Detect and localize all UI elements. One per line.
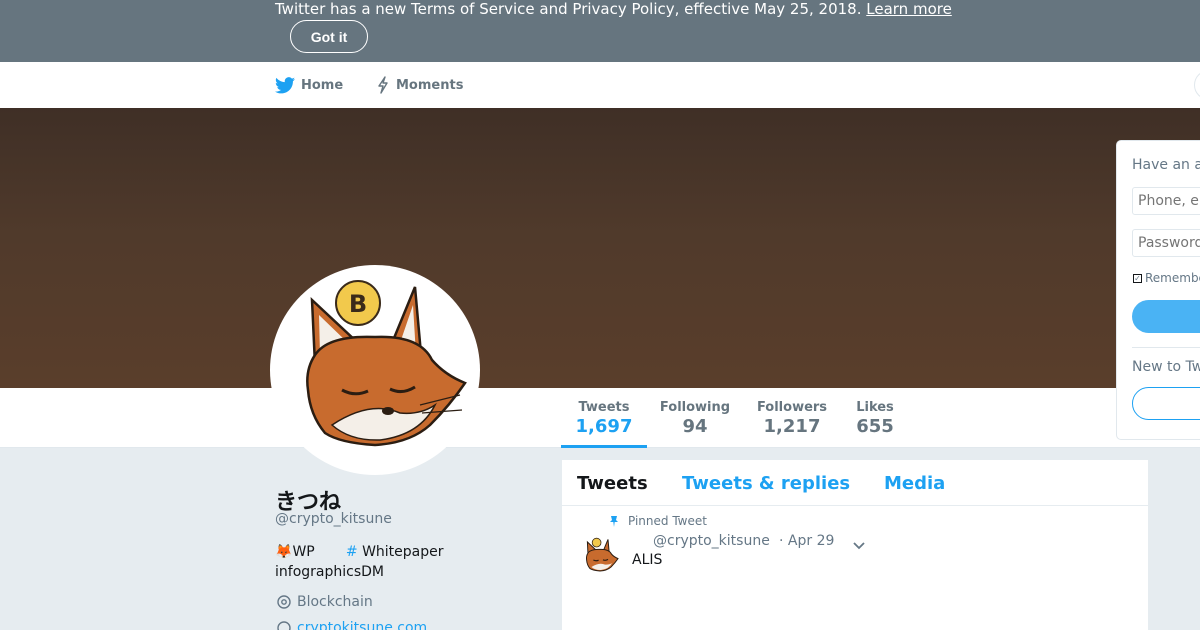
profile-bio: 🦊WP # Whitepaper infographicsDM (275, 542, 475, 582)
new-to-twitter-title: New to Twitter? (1132, 359, 1200, 375)
terms-message: Twitter has a new Terms of Service and P… (275, 0, 862, 18)
global-nav: Home Moments (0, 62, 1200, 108)
signup-button[interactable] (1132, 387, 1200, 420)
pinned-tweet-context: Pinned Tweet (608, 514, 707, 528)
search-box[interactable] (1194, 70, 1200, 100)
stat-likes[interactable]: Likes 655 (850, 388, 900, 448)
bio-wp: WP (292, 544, 315, 560)
profile-url[interactable]: cryptokitsune.com (276, 620, 427, 630)
remember-checkbox[interactable]: ✓ (1133, 273, 1142, 283)
login-button[interactable] (1132, 300, 1200, 333)
twitter-bird-icon (275, 76, 295, 93)
nav-home-label: Home (301, 77, 344, 93)
stat-followers[interactable]: Followers 1,217 (752, 388, 832, 448)
location-text: Blockchain (297, 594, 373, 610)
profile-location: Blockchain (276, 594, 373, 610)
terms-banner-text: Twitter has a new Terms of Service and P… (275, 0, 952, 18)
bio-line2: infographicsDM (275, 564, 384, 580)
tweet-handle[interactable]: @crypto_kitsune (653, 533, 770, 549)
remember-label: Remember me (1145, 271, 1200, 285)
link-icon (277, 621, 291, 630)
stat-tweets-label: Tweets (578, 400, 630, 415)
svg-text:B: B (349, 290, 367, 318)
learn-more-link[interactable]: Learn more (866, 0, 952, 18)
fox-avatar-small-image (585, 537, 619, 572)
nav-home[interactable]: Home (275, 62, 343, 108)
login-divider (1132, 347, 1200, 348)
terms-banner: Twitter has a new Terms of Service and P… (0, 0, 1200, 62)
tweet-menu-chevron-icon[interactable] (852, 536, 866, 555)
fox-avatar-image: B (306, 280, 467, 447)
pinned-label: Pinned Tweet (628, 514, 707, 528)
tab-tweets[interactable]: Tweets (577, 473, 648, 494)
pin-icon (610, 516, 618, 527)
username-input[interactable] (1132, 187, 1200, 215)
fox-emoji-icon: 🦊 (275, 544, 293, 560)
password-input[interactable] (1132, 229, 1200, 257)
url-text[interactable]: cryptokitsune.com (297, 620, 427, 630)
stat-tweets-value: 1,697 (575, 416, 633, 437)
stat-followers-value: 1,217 (763, 416, 821, 437)
stat-followers-label: Followers (756, 400, 828, 415)
tab-tweets-replies[interactable]: Tweets & replies (682, 473, 850, 494)
login-title: Have an account? (1132, 157, 1200, 173)
bio-whitepaper: Whitepaper (362, 544, 444, 560)
location-pin-icon (277, 595, 291, 609)
profile-handle[interactable]: @crypto_kitsune (275, 511, 392, 527)
stat-following-label: Following (659, 400, 731, 415)
profile-nav: Tweets 1,697 Following 94 Followers 1,21… (0, 388, 1200, 448)
timeline: Tweets Tweets & replies Media Pinned Twe… (561, 459, 1150, 630)
timeline-tabs: Tweets Tweets & replies Media (562, 460, 1150, 506)
tweet-timestamp[interactable]: · Apr 29 (779, 533, 834, 549)
profile-header-image (0, 108, 1200, 388)
stat-following[interactable]: Following 94 (655, 388, 735, 448)
nav-moments-label: Moments (396, 77, 464, 93)
login-card: Have an account? ✓ Remember me New to Tw… (1116, 140, 1200, 440)
remember-me[interactable]: ✓ Remember me (1133, 271, 1200, 285)
stat-following-value: 94 (682, 416, 708, 437)
tweet-text: ALIS (632, 552, 663, 568)
got-it-button[interactable]: Got it (290, 20, 368, 53)
stat-tweets[interactable]: Tweets 1,697 (561, 388, 647, 448)
lightning-icon (378, 76, 388, 94)
tab-media[interactable]: Media (884, 473, 945, 494)
nav-moments[interactable]: Moments (376, 62, 463, 108)
stat-likes-value: 655 (856, 416, 894, 437)
profile-avatar[interactable]: B (270, 265, 480, 475)
hashtag-symbol[interactable]: # (346, 544, 358, 560)
stat-likes-label: Likes (856, 400, 894, 415)
tweet-avatar[interactable] (579, 535, 621, 577)
